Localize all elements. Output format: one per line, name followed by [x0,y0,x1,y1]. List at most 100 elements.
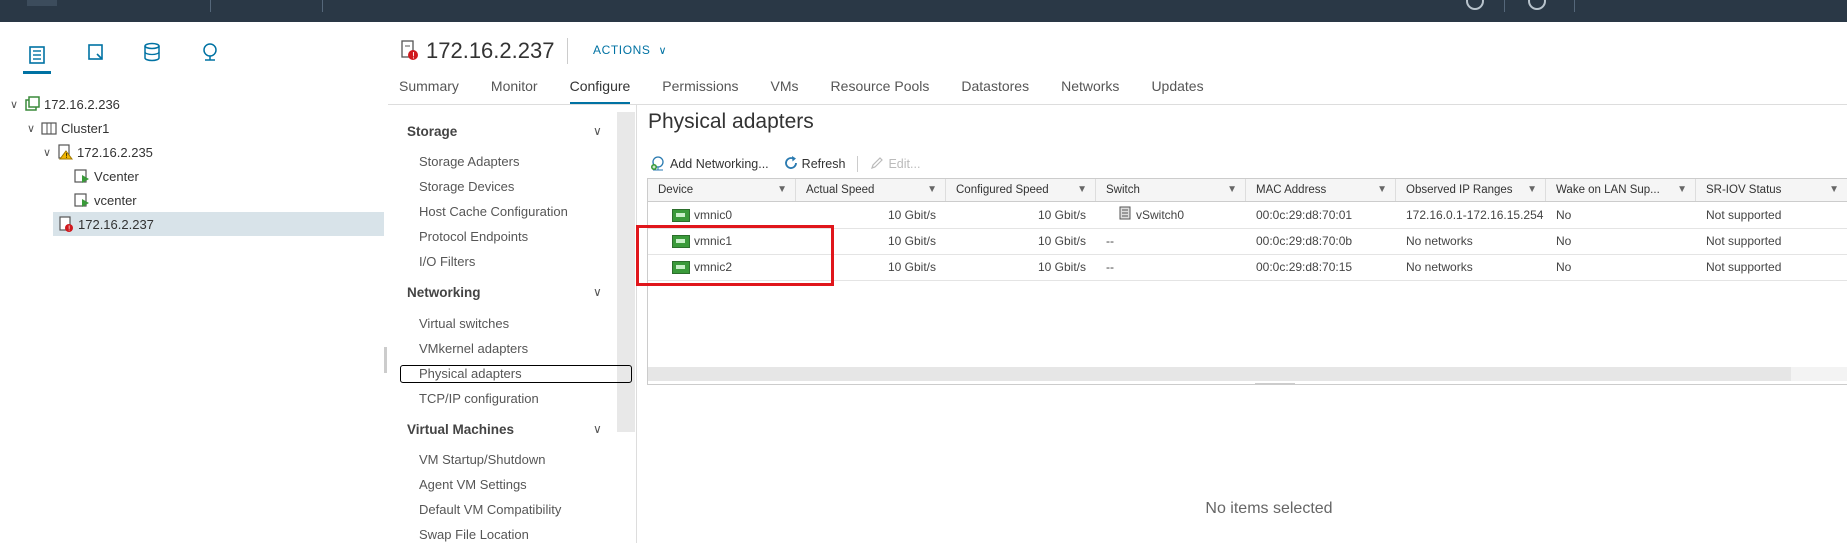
host-error-icon: ! [400,39,418,64]
tab-monitor[interactable]: Monitor [491,78,538,104]
pane-resize-handle[interactable] [1255,383,1295,384]
tree-item-datacenter[interactable]: ∨ 172.16.2.236 [0,92,384,116]
menu-item-vmkernel-adapters[interactable]: VMkernel adapters [419,341,528,356]
menu-item-swap-file-location[interactable]: Swap File Location [419,527,529,542]
section-virtual-machines[interactable]: Virtual Machines [407,422,514,437]
menu-item-io-filters[interactable]: I/O Filters [419,254,475,269]
filter-icon[interactable]: ▼ [1077,179,1087,201]
tab-summary[interactable]: Summary [399,78,459,104]
tree-item-host[interactable]: ∨ ! 172.16.2.235 [0,140,384,164]
configure-menu-scrollbar[interactable] [617,112,635,432]
navigator-view-switcher [0,22,384,74]
cell-configured-speed: 10 Gbit/s [1037,208,1086,222]
tree-item-cluster[interactable]: ∨ Cluster1 [0,116,384,140]
vm-running-icon [74,192,90,208]
vms-templates-view-icon[interactable] [82,38,110,66]
cell-switch: -- [1106,260,1114,274]
column-header-sr-iov-status[interactable]: SR-IOV Status ▼ [1696,179,1847,201]
header-divider [1574,0,1575,12]
tree-item-host-selected[interactable]: ! 172.16.2.237 [53,212,384,236]
menu-item-default-vm-compatibility[interactable]: Default VM Compatibility [419,502,561,517]
switch-name[interactable]: vSwitch0 [1136,208,1184,222]
table-horizontal-scrollbar[interactable] [648,367,1847,381]
edit-button[interactable]: Edit... [870,156,920,173]
column-label: SR-IOV Status [1706,184,1782,196]
column-header-switch[interactable]: Switch ▼ [1096,179,1246,201]
tree-item-vm[interactable]: vcenter [0,188,384,212]
storage-view-icon[interactable] [138,38,166,66]
actions-menu-button[interactable]: ACTIONS ∨ [593,43,667,57]
menu-item-tcpip-configuration[interactable]: TCP/IP configuration [419,391,539,406]
tree-item-label: 172.16.2.236 [44,96,120,112]
filter-icon[interactable]: ▼ [1377,179,1387,201]
network-adapter-icon [672,209,690,223]
filter-icon[interactable]: ▼ [1677,179,1687,201]
splitter-grip[interactable] [384,347,387,373]
scrollbar-track-end[interactable] [1791,367,1847,381]
section-networking[interactable]: Networking [407,285,481,300]
tab-networks[interactable]: Networks [1061,78,1119,104]
column-header-actual-speed[interactable]: Actual Speed ▼ [796,179,946,201]
chevron-down-icon[interactable]: ∨ [593,422,602,436]
menu-item-storage-devices[interactable]: Storage Devices [419,179,514,194]
chevron-down-icon[interactable]: ∨ [8,98,20,111]
chevron-down-icon[interactable]: ∨ [593,285,602,299]
menu-item-agent-vm-settings[interactable]: Agent VM Settings [419,477,527,492]
hosts-clusters-view-icon[interactable] [23,38,51,74]
cell-wake-on-lan: No [1556,260,1572,274]
networking-view-icon[interactable] [196,38,224,66]
menu-item-storage-adapters[interactable]: Storage Adapters [419,154,519,169]
inventory-navigator: ∨ 172.16.2.236 ∨ Cluster1 ∨ ! 172.16.2.2… [0,22,385,543]
section-storage[interactable]: Storage [407,124,457,139]
chevron-down-icon: ∨ [658,45,668,57]
tree-item-vm[interactable]: Vcenter [0,164,384,188]
tree-item-label: vcenter [94,192,137,208]
cluster-icon [41,120,57,136]
pencil-icon [870,156,884,173]
menu-item-virtual-switches[interactable]: Virtual switches [419,316,509,331]
tree-item-label: 172.16.2.235 [77,144,153,160]
menu-item-host-cache-configuration[interactable]: Host Cache Configuration [419,204,568,219]
refresh-button[interactable]: Refresh [783,155,846,174]
filter-icon[interactable]: ▼ [927,179,937,201]
user-icon[interactable] [1528,0,1546,10]
cell-configured-speed: 10 Gbit/s [1037,260,1086,274]
add-networking-button[interactable]: Add Networking... [650,155,769,174]
filter-icon[interactable]: ▼ [1527,179,1537,201]
tab-vms[interactable]: VMs [771,78,799,104]
tab-permissions[interactable]: Permissions [662,78,738,104]
cell-sr-iov-status: Not supported [1706,260,1782,274]
refresh-icon [783,155,799,174]
cell-configured-speed: 10 Gbit/s [1037,234,1086,248]
chevron-down-icon[interactable]: ∨ [41,146,53,159]
menu-item-physical-adapters[interactable]: Physical adapters [400,365,632,383]
column-label: Observed IP Ranges [1406,184,1513,196]
tab-datastores[interactable]: Datastores [961,78,1029,104]
tab-resource-pools[interactable]: Resource Pools [831,78,930,104]
tab-updates[interactable]: Updates [1151,78,1203,104]
cell-wake-on-lan: No [1556,208,1572,222]
filter-icon[interactable]: ▼ [777,179,787,201]
menu-button[interactable] [27,0,57,6]
menu-item-vm-startup-shutdown[interactable]: VM Startup/Shutdown [419,452,545,467]
tab-configure[interactable]: Configure [569,78,630,105]
column-header-observed-ip-ranges[interactable]: Observed IP Ranges ▼ [1396,179,1546,201]
filter-icon[interactable]: ▼ [1227,179,1237,201]
menu-item-protocol-endpoints[interactable]: Protocol Endpoints [419,229,528,244]
help-icon[interactable] [1466,0,1484,10]
refresh-label: Refresh [801,157,846,171]
column-label: Switch [1106,184,1140,196]
column-header-device[interactable]: Device ▼ [648,179,796,201]
column-header-mac-address[interactable]: MAC Address ▼ [1246,179,1396,201]
cell-mac-address: 00:0c:29:d8:70:0b [1256,234,1353,248]
cell-switch: -- [1106,234,1114,248]
device-name: vmnic0 [694,208,733,222]
content-divider [636,105,637,543]
filter-icon[interactable]: ▼ [1829,179,1839,201]
column-header-wake-on-lan[interactable]: Wake on LAN Sup... ▼ [1546,179,1696,201]
chevron-down-icon[interactable]: ∨ [25,122,37,135]
chevron-down-icon[interactable]: ∨ [593,124,602,138]
cell-observed-ip-ranges: No networks [1406,260,1473,274]
column-header-configured-speed[interactable]: Configured Speed ▼ [946,179,1096,201]
cell-sr-iov-status: Not supported [1706,234,1782,248]
